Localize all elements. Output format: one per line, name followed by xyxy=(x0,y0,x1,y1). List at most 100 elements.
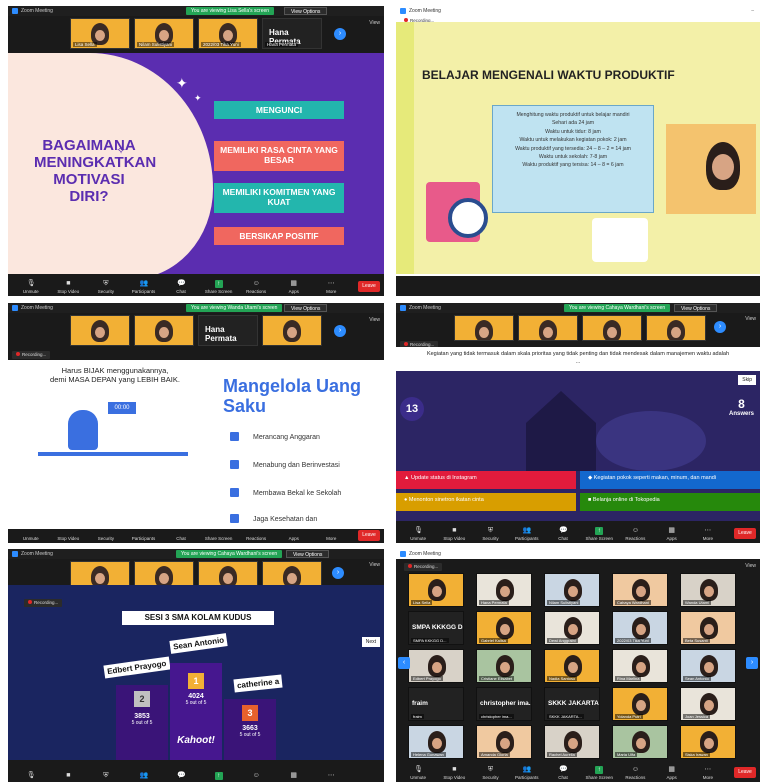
participant-thumb[interactable] xyxy=(262,315,322,346)
next-page-icon[interactable]: › xyxy=(714,321,726,333)
stop-video-button[interactable]: ■ Stop Video xyxy=(436,527,472,541)
chat-button[interactable]: 💬 Chat xyxy=(545,766,581,780)
participant-thumb[interactable]: Nilam Sulistiyani xyxy=(134,18,194,49)
participant-thumb[interactable] xyxy=(134,315,194,346)
participant-thumb[interactable]: 2022/03 Tika Yuni xyxy=(198,18,258,49)
unmute-button[interactable]: 🎙 xyxy=(12,772,50,780)
unmute-button[interactable]: 🎙 Unmute xyxy=(400,527,436,541)
participant-thumb[interactable] xyxy=(518,315,578,341)
next-page-icon[interactable]: › xyxy=(332,567,344,579)
gallery-participant-tile[interactable]: Siska Irawan xyxy=(680,725,736,759)
participant-thumb[interactable] xyxy=(262,561,322,587)
next-page-icon[interactable]: › xyxy=(746,657,758,669)
leave-button[interactable]: Leave xyxy=(734,528,756,539)
gallery-participant-tile[interactable]: Helena Gunawan xyxy=(408,725,464,759)
participant-thumb[interactable] xyxy=(70,315,130,346)
stop-video-button[interactable]: ■ Stop Video xyxy=(50,280,88,294)
gallery-participant-tile[interactable]: Cahaya Wardhani xyxy=(612,573,668,607)
prev-page-icon[interactable]: ‹ xyxy=(398,657,410,669)
security-button[interactable]: Security xyxy=(87,536,125,541)
view-button[interactable]: View xyxy=(369,562,380,568)
view-options-button[interactable]: View Options xyxy=(284,7,328,15)
more-button[interactable]: ⋯ xyxy=(313,772,351,780)
apps-button[interactable]: ▦ Apps xyxy=(654,527,690,541)
next-button[interactable]: Next xyxy=(361,637,380,647)
participants-button[interactable]: Participants xyxy=(125,536,163,541)
minimize-icon[interactable]: – xyxy=(751,6,754,16)
share-screen-button[interactable]: ↑ Share Screen xyxy=(200,280,238,294)
unmute-button[interactable]: 🎙 Unmute xyxy=(400,766,436,780)
share-screen-button[interactable]: ↑ xyxy=(200,772,238,780)
leave-button[interactable]: Leave xyxy=(358,281,380,292)
share-screen-button[interactable]: ↑ Share Screen xyxy=(581,527,617,541)
security-button[interactable]: ⛨ xyxy=(87,772,125,780)
answer-option[interactable]: ■ Belanja online di Tokopedia xyxy=(580,493,760,511)
gallery-participant-tile[interactable]: Yolanda Putri xyxy=(612,687,668,721)
view-options-button[interactable]: View Options xyxy=(286,550,330,558)
participant-thumb[interactable] xyxy=(70,561,130,587)
gallery-participant-tile[interactable]: SMPA KKKGG D... SMPA KKKGG D... xyxy=(408,611,464,645)
reactions-button[interactable]: ☺ Reactions xyxy=(617,766,653,780)
more-button[interactable]: ⋯ More xyxy=(690,527,726,541)
gallery-participant-tile[interactable]: Hana Permata xyxy=(476,573,532,607)
participant-thumb[interactable] xyxy=(646,315,706,341)
gallery-participant-tile[interactable]: Beta Susanti xyxy=(680,611,736,645)
apps-button[interactable]: ▦ Apps xyxy=(654,766,690,780)
chat-button[interactable]: 💬 xyxy=(162,772,200,780)
participant-thumb[interactable]: Hana Permata xyxy=(198,315,258,346)
participants-button[interactable]: 👥 Participants xyxy=(125,280,163,294)
reactions-button[interactable]: ☺ Reactions xyxy=(237,280,275,294)
view-button[interactable]: View xyxy=(369,20,380,26)
gallery-participant-tile[interactable]: Sean Antonio xyxy=(680,649,736,683)
gallery-participant-tile[interactable]: Nadia Santoso xyxy=(544,649,600,683)
gallery-participant-tile[interactable]: SKKK JAKARTA... SKKK JAKARTA... xyxy=(544,687,600,721)
gallery-participant-tile[interactable]: Wanda Utami xyxy=(680,573,736,607)
gallery-participant-tile[interactable]: 2022/03 Tika Yuni xyxy=(612,611,668,645)
gallery-participant-tile[interactable]: Maria Ulfa xyxy=(612,725,668,759)
more-button[interactable]: ⋯ More xyxy=(313,280,351,294)
gallery-participant-tile[interactable]: Dewi Anggraini xyxy=(544,611,600,645)
unmute-button[interactable]: 🎙 Unmute xyxy=(12,280,50,294)
apps-button[interactable]: Apps xyxy=(275,536,313,541)
share-screen-button[interactable]: ↑ Share Screen xyxy=(581,766,617,780)
gallery-participant-tile[interactable]: Rina Marlina xyxy=(612,649,668,683)
view-options-button[interactable]: View Options xyxy=(674,304,718,312)
gallery-participant-tile[interactable]: Cristiane Elisabet xyxy=(476,649,532,683)
stop-video-button[interactable]: Stop Video xyxy=(50,536,88,541)
gallery-participant-tile[interactable]: Joan Jessica xyxy=(680,687,736,721)
more-button[interactable]: ⋯ More xyxy=(690,766,726,780)
chat-button[interactable]: 💬 Chat xyxy=(545,527,581,541)
gallery-participant-tile[interactable]: Rachel Aurelia xyxy=(544,725,600,759)
security-button[interactable]: ⛨ Security xyxy=(87,280,125,294)
gallery-participant-tile[interactable]: Amanda Gloria xyxy=(476,725,532,759)
more-button[interactable]: More xyxy=(313,536,351,541)
answer-option[interactable]: ● Menonton sinetron ikatan cinta xyxy=(396,493,576,511)
reactions-button[interactable]: ☺ Reactions xyxy=(617,527,653,541)
view-button[interactable]: View xyxy=(369,317,380,323)
apps-button[interactable]: ▦ Apps xyxy=(275,280,313,294)
share-screen-button[interactable]: Share Screen xyxy=(200,536,238,541)
next-page-icon[interactable]: › xyxy=(334,325,346,337)
participants-button[interactable]: 👥 Participants xyxy=(509,527,545,541)
leave-button[interactable]: Leave xyxy=(358,530,380,541)
view-button[interactable]: View xyxy=(745,563,756,569)
participant-thumb[interactable] xyxy=(582,315,642,341)
participants-button[interactable]: 👥 xyxy=(125,772,163,780)
gallery-participant-tile[interactable]: christopher ima... christopher ima... xyxy=(476,687,532,721)
chat-button[interactable]: 💬 Chat xyxy=(162,280,200,294)
gallery-participant-tile[interactable]: Gabriel Kallsa xyxy=(476,611,532,645)
gallery-participant-tile[interactable]: Lisa Sella xyxy=(408,573,464,607)
view-options-button[interactable]: View Options xyxy=(284,304,328,312)
answer-option[interactable]: ▲ Update status di Instagram xyxy=(396,471,576,489)
skip-button[interactable]: Skip xyxy=(738,375,756,385)
participant-thumb[interactable]: Hana Permata Hana Permata xyxy=(262,18,322,49)
participant-thumb[interactable] xyxy=(454,315,514,341)
participants-button[interactable]: 👥 Participants xyxy=(509,766,545,780)
gallery-participant-tile[interactable]: fraim fraim xyxy=(408,687,464,721)
chat-button[interactable]: Chat xyxy=(162,536,200,541)
stop-video-button[interactable]: ■ xyxy=(50,772,88,780)
apps-button[interactable]: ▦ xyxy=(275,772,313,780)
participant-thumb[interactable]: Lisa Sella xyxy=(70,18,130,49)
next-page-icon[interactable]: › xyxy=(334,28,346,40)
leave-button[interactable]: Leave xyxy=(734,767,756,778)
